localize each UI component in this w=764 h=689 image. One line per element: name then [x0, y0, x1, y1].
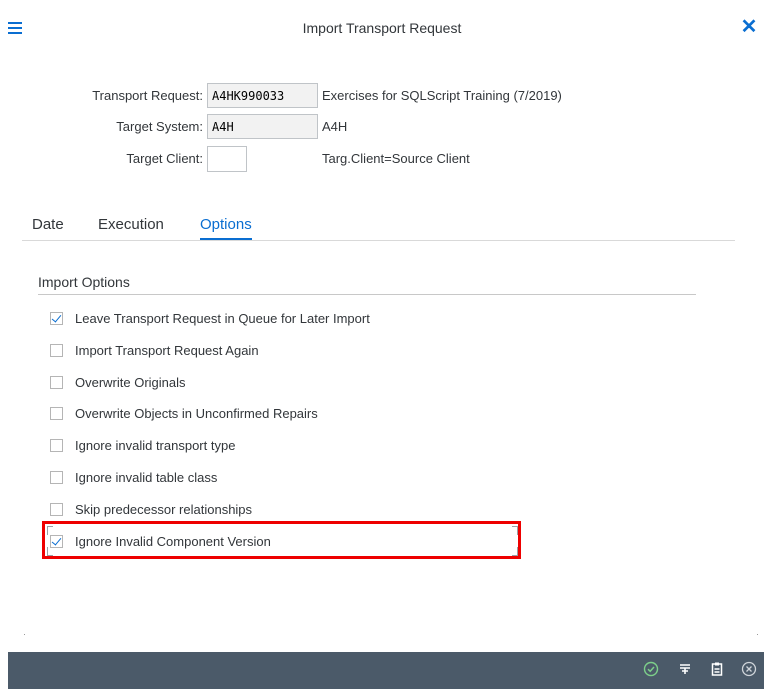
checkmark-circle-icon[interactable]	[641, 661, 661, 681]
option-checkbox[interactable]	[50, 376, 63, 389]
option-label[interactable]: Ignore invalid table class	[75, 470, 217, 485]
option-label[interactable]: Overwrite Originals	[75, 375, 186, 390]
transport-request-label: Transport Request:	[92, 88, 203, 103]
option-checkbox[interactable]	[50, 312, 63, 325]
option-label[interactable]: Ignore invalid transport type	[75, 438, 235, 453]
target-system-label: Target System:	[116, 119, 203, 134]
option-checkbox[interactable]	[50, 344, 63, 357]
transport-request-description: Exercises for SQLScript Training (7/2019…	[322, 88, 562, 103]
option-label[interactable]: Overwrite Objects in Unconfirmed Repairs	[75, 406, 318, 421]
option-label[interactable]: Skip predecessor relationships	[75, 502, 252, 517]
transport-request-field: A4HK990033	[207, 83, 318, 108]
option-label[interactable]: Leave Transport Request in Queue for Lat…	[75, 311, 370, 326]
focus-corner	[512, 526, 518, 535]
transport-request-row: Transport Request: A4HK990033 Exercises …	[0, 83, 764, 109]
target-system-description: A4H	[322, 119, 348, 134]
title-bar: Import Transport Request ✕	[0, 0, 764, 58]
import-options-title: Import Options	[38, 274, 130, 290]
dialog-title: Import Transport Request	[302, 20, 462, 36]
target-client-input[interactable]	[207, 146, 247, 172]
tab-execution[interactable]: Execution	[98, 216, 164, 233]
footer-toolbar	[8, 652, 764, 689]
checkmark-icon	[51, 312, 62, 323]
focus-corner	[47, 526, 53, 535]
option-checkbox[interactable]	[50, 471, 63, 484]
target-client-label: Target Client:	[126, 151, 203, 166]
option-checkbox[interactable]	[50, 407, 63, 420]
focus-corner	[512, 547, 518, 556]
highlight-box	[42, 521, 521, 559]
tab-options[interactable]: Options	[200, 216, 252, 240]
option-checkbox[interactable]	[50, 503, 63, 516]
target-client-row: Target Client: Targ.Client=Source Client	[0, 146, 764, 172]
close-icon[interactable]: ✕	[738, 16, 760, 38]
section-divider	[38, 294, 696, 295]
scroll-marker	[757, 634, 758, 635]
option-checkbox[interactable]	[50, 439, 63, 452]
focus-corner	[47, 547, 53, 556]
cancel-circle-icon[interactable]	[739, 661, 759, 681]
clipboard-icon[interactable]	[707, 661, 727, 681]
target-system-field: A4H	[207, 114, 318, 139]
target-client-description: Targ.Client=Source Client	[322, 151, 470, 166]
scroll-marker	[24, 634, 25, 635]
option-label[interactable]: Import Transport Request Again	[75, 343, 259, 358]
tab-bar: Date Execution Options	[22, 216, 735, 241]
filter-icon[interactable]	[675, 661, 695, 681]
target-system-row: Target System: A4H A4H	[0, 114, 764, 140]
tab-date[interactable]: Date	[32, 216, 64, 233]
